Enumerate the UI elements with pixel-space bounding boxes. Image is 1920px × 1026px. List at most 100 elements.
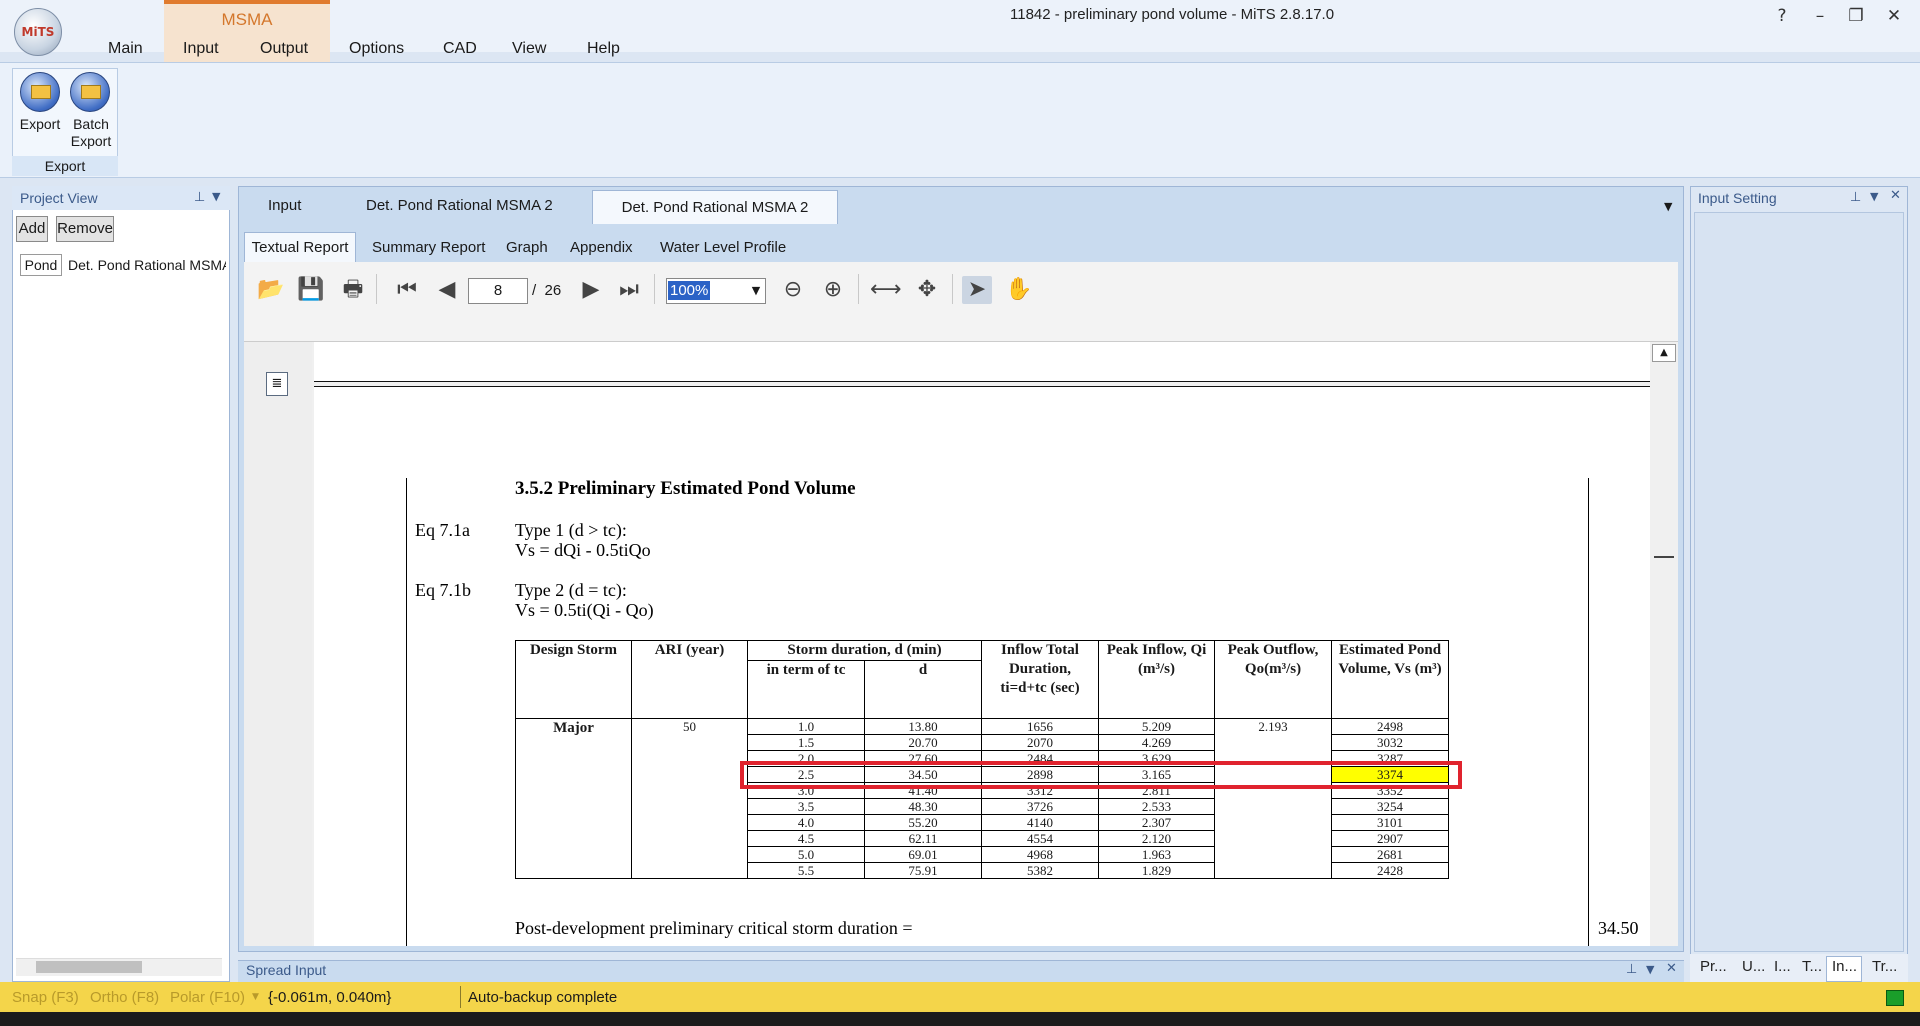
remove-button[interactable]: Remove [56,216,114,242]
cell-ti: 2070 [981,734,1099,751]
ribbon [0,62,1920,178]
previous-page-icon[interactable]: ◀ [432,276,462,304]
first-page-icon[interactable]: ⏮ [392,276,422,304]
save-icon[interactable]: 💾 [296,276,326,304]
cell-tc: 1.0 [747,718,865,735]
close-button[interactable]: ✕ [1876,4,1912,28]
toolbar-separator [654,274,655,304]
vertical-scrollbar[interactable] [1650,342,1678,946]
pin-icon[interactable]: ⊥ [194,190,205,205]
right-tab-1[interactable]: Pr... [1700,958,1727,975]
spread-input-bar [238,960,1684,982]
tab-summary-report[interactable]: Summary Report [364,234,493,262]
tab-det-pond-2[interactable]: Det. Pond Rational MSMA 2 [592,190,838,224]
panel-menu-icon[interactable]: ▼ [1870,190,1878,203]
export-icon[interactable] [20,72,60,112]
scrollbar-thumb[interactable] [36,961,142,973]
print-icon[interactable]: 🖶 [338,276,368,304]
close-icon[interactable]: ✕ [1666,961,1677,976]
page-separator: / [532,282,537,299]
cell-qi: 1.829 [1098,862,1215,879]
input-setting-title: Input Setting [1698,190,1777,206]
eq2-type: Type 2 (d = tc): [515,580,627,600]
snap-toggle[interactable]: Snap (F3) [12,989,79,1006]
right-tab-2[interactable]: U... [1742,958,1765,975]
zoom-in-icon[interactable]: ⊕ [818,276,848,304]
polar-toggle[interactable]: Polar (F10) [170,989,245,1006]
eq1-text: Type 1 (d > tc): Vs = dQi - 0.5tiQo [515,520,651,560]
fit-page-icon[interactable]: ✥ [912,276,942,304]
export-button-label[interactable]: Export [16,116,64,133]
minimize-button[interactable]: – [1802,4,1838,28]
project-item-name[interactable]: Det. Pond Rational MSMA 2 [68,257,226,273]
tab-graph[interactable]: Graph [498,234,556,262]
tab-det-pond-1[interactable]: Det. Pond Rational MSMA 2 [348,190,571,222]
cell-volume: 3254 [1331,798,1449,815]
restore-button[interactable]: ❐ [1838,4,1874,28]
zoom-value[interactable]: 100% [668,281,711,300]
pin-icon[interactable]: ⊥ [1626,962,1637,977]
tab-input[interactable]: Input [250,190,319,222]
tab-list-dropdown-icon[interactable]: ▼ [1664,200,1672,213]
panel-menu-icon[interactable]: ▼ [212,190,220,203]
select-pointer-icon[interactable]: ➤ [962,276,992,304]
tab-water-level-profile[interactable]: Water Level Profile [652,234,794,262]
scrollbar-thumb[interactable] [1654,556,1674,558]
polar-dropdown-icon[interactable]: ▼ [252,992,259,1002]
header-ari: ARI (year) [631,640,748,719]
eq2-text: Type 2 (d = tc): Vs = 0.5ti(Qi - Qo) [515,580,654,620]
right-tab-4[interactable]: T... [1802,958,1822,975]
close-icon[interactable]: ✕ [1890,188,1901,203]
cell-tc: 1.5 [747,734,865,751]
header-peak-outflow: Peak Outflow, Qo(m³/s) [1214,640,1332,719]
eq1-label: Eq 7.1a [415,520,470,540]
menu-output[interactable]: Output [260,40,308,58]
cell-peak-outflow: 2.193 [1214,718,1332,879]
pin-icon[interactable]: ⊥ [1850,190,1861,205]
add-button[interactable]: Add [16,216,48,242]
report-frame-left [406,478,407,946]
batch-export-button-label[interactable]: Batch Export [66,116,116,150]
menu-main[interactable]: Main [108,40,143,58]
cell-design-storm: Major [515,718,632,879]
cell-ti: 5382 [981,862,1099,879]
cell-volume: 3101 [1331,814,1449,831]
tab-appendix[interactable]: Appendix [562,234,641,262]
cell-tc: 5.5 [747,862,865,879]
document-map-icon[interactable]: ≣ [266,372,288,396]
menu-input[interactable]: Input [183,40,219,58]
fit-width-icon[interactable]: ⟷ [870,276,902,304]
menu-help[interactable]: Help [587,40,620,58]
app-logo-icon[interactable]: MiTS [14,8,62,56]
zoom-out-icon[interactable]: ⊖ [778,276,808,304]
pan-hand-icon[interactable]: ✋ [1004,276,1034,304]
next-page-icon[interactable]: ▶ [576,276,606,304]
status-message: Auto-backup complete [468,989,618,1006]
scroll-up-icon[interactable]: ▲ [1652,344,1676,362]
window-title: 11842 - preliminary pond volume - MiTS 2… [1010,6,1335,23]
cell-ti: 4140 [981,814,1099,831]
page-total: / 26 [532,282,561,299]
panel-menu-icon[interactable]: ▼ [1646,963,1654,976]
batch-export-label-line1: Batch [73,116,109,132]
menu-view[interactable]: View [512,40,546,58]
page-number-input[interactable]: 8 [468,278,528,304]
ortho-toggle[interactable]: Ortho (F8) [90,989,159,1006]
open-folder-icon[interactable]: 📂 [256,276,286,304]
right-tab-6[interactable]: Tr... [1872,958,1897,975]
help-button[interactable]: ? [1764,4,1800,28]
menu-cad[interactable]: CAD [443,40,477,58]
batch-export-icon[interactable] [70,72,110,112]
cell-qi: 2.307 [1098,814,1215,831]
pond-type-badge[interactable]: Pond [20,254,62,276]
tab-textual-report[interactable]: Textual Report [244,232,356,262]
cell-tc: 5.0 [747,846,865,863]
right-tab-5[interactable]: In... [1832,958,1857,975]
cell-volume: 3032 [1331,734,1449,751]
cell-volume: 2681 [1331,846,1449,863]
last-page-icon[interactable]: ⏭ [614,276,644,304]
right-tab-3[interactable]: I... [1774,958,1791,975]
chevron-down-icon[interactable]: ▼ [748,280,764,302]
menu-options[interactable]: Options [349,40,404,58]
header-d: d [864,660,982,719]
